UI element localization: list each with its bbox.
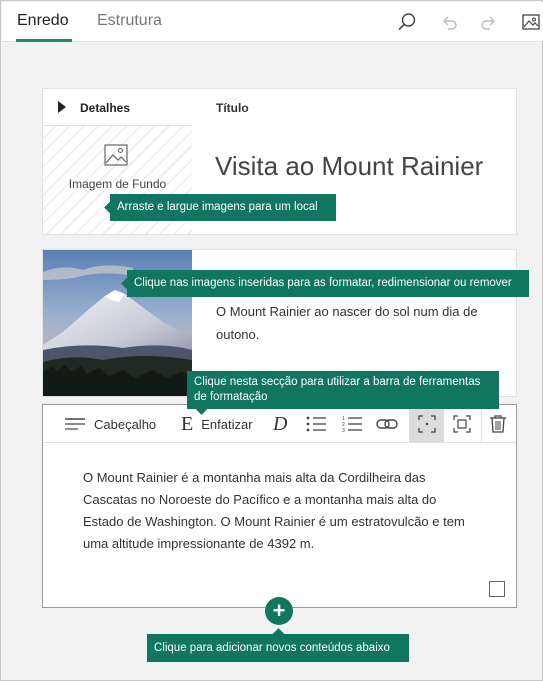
emphasize-label: Enfatizar — [201, 416, 253, 432]
title-label: Título — [216, 101, 249, 115]
section-checkbox[interactable] — [489, 581, 505, 597]
app-window: Enredo Estrutura Detalhes Imagem de Fund… — [0, 0, 543, 681]
fit-button[interactable] — [453, 414, 471, 434]
heading-label: Cabeçalho — [94, 416, 157, 432]
numbered-list-icon: 123 — [342, 416, 362, 433]
fit-icon — [453, 415, 471, 433]
svg-text:3: 3 — [342, 428, 345, 433]
text-section-card[interactable]: Cabeçalho E Enfatizar D 123 O Mount Rain… — [42, 404, 517, 608]
tooltip-format-section: Clique nesta secção para utilizar a barr… — [187, 371, 499, 409]
delete-button[interactable] — [490, 414, 506, 434]
formatting-toolbar: Cabeçalho E Enfatizar D 123 — [43, 405, 516, 443]
tab-structure[interactable]: Estrutura — [97, 12, 162, 30]
trash-icon — [490, 415, 506, 433]
title-text[interactable]: Visita ao Mount Rainier — [215, 151, 483, 182]
image-icon[interactable] — [521, 12, 541, 32]
top-bar: Enredo Estrutura — [2, 2, 543, 42]
bullet-list-icon — [306, 416, 326, 432]
link-icon — [376, 419, 398, 429]
link-button[interactable] — [376, 414, 398, 434]
italic-button[interactable]: D — [273, 412, 288, 435]
tab-story[interactable]: Enredo — [17, 12, 69, 30]
toolbar-divider — [481, 405, 482, 442]
details-toggle[interactable]: Detalhes — [43, 89, 192, 126]
search-icon[interactable] — [397, 12, 417, 32]
tooltip-click-images: Clique nas imagens inseridas para as for… — [127, 270, 529, 297]
emphasize-icon: E — [181, 412, 194, 435]
focal-point-button[interactable] — [418, 414, 436, 434]
section-body-text[interactable]: O Mount Rainier é a montanha mais alta d… — [83, 467, 478, 555]
expand-triangle-icon[interactable] — [58, 101, 66, 113]
italic-icon: D — [273, 412, 288, 435]
background-image-label: Imagem de Fundo — [68, 177, 167, 191]
add-content-button[interactable]: + — [265, 597, 293, 625]
image-caption[interactable]: O Mount Rainier ao nascer do sol num dia… — [216, 300, 486, 346]
tooltip-drag-images: Arraste e largue imagens para um local — [110, 194, 336, 221]
details-label: Detalhes — [80, 101, 131, 115]
heading-icon — [65, 418, 85, 430]
bullet-list-button[interactable] — [306, 414, 326, 434]
active-tab-indicator — [16, 39, 72, 42]
emphasize-button[interactable]: E Enfatizar — [181, 412, 253, 435]
tooltip-add-content: Clique para adicionar novos conteúdos ab… — [147, 634, 409, 662]
redo-icon[interactable] — [479, 12, 499, 32]
numbered-list-button[interactable]: 123 — [342, 414, 362, 434]
undo-icon[interactable] — [439, 12, 459, 32]
focal-point-icon — [418, 415, 436, 433]
heading-button[interactable]: Cabeçalho — [65, 414, 156, 434]
image-placeholder-icon — [104, 144, 128, 166]
